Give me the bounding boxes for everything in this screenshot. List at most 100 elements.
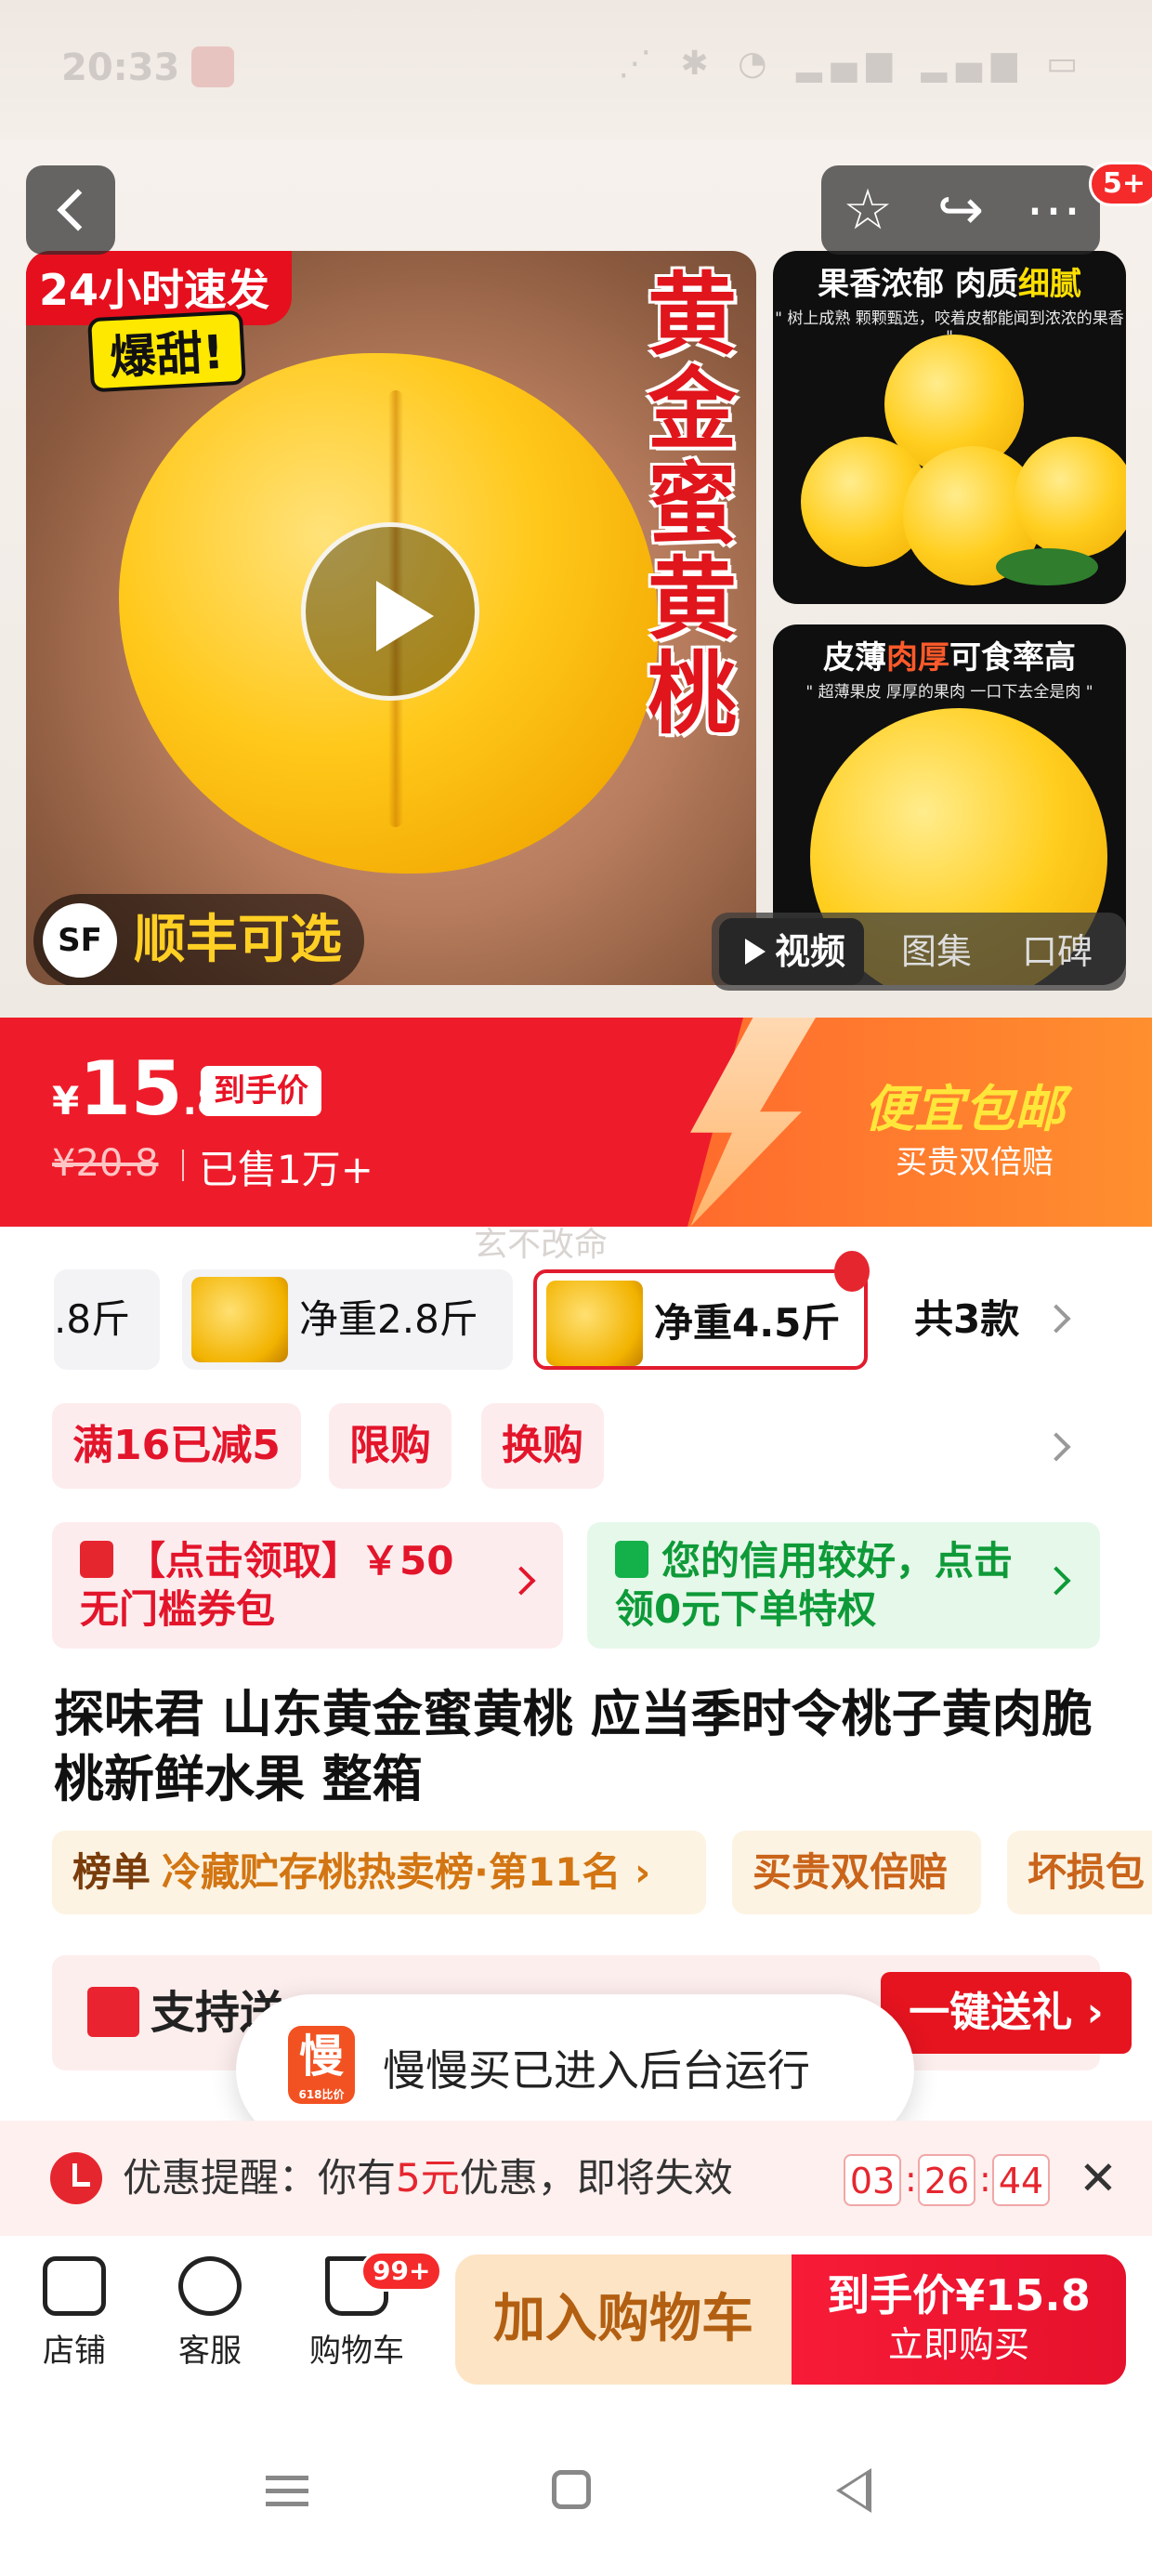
chevron-right-icon xyxy=(1041,1566,1071,1596)
share-icon[interactable]: ↪ xyxy=(914,165,1007,255)
discount-reminder: 优惠提醒：你有5元优惠，即将失效 03 : 26 : 44 ✕ xyxy=(0,2121,1152,2236)
thumb2-subtitle: " 超薄果皮 厚厚的果肉 一口下去全是肉 " xyxy=(805,683,1093,702)
cart-label: 购物车 xyxy=(309,2333,404,2370)
close-icon[interactable]: ✕ xyxy=(1070,2150,1126,2206)
sold-count: 已售1万+ xyxy=(182,1138,373,1195)
gallery-thumb-1[interactable]: 果香浓郁 肉质细腻 " 树上成熟 颗颗甄选，咬着皮都能闻到浓浓的果香 " xyxy=(773,251,1126,604)
shop-button[interactable]: 店铺 xyxy=(19,2256,130,2371)
original-price: ¥20.8 xyxy=(52,1142,159,1185)
buy-price-label: 到手价¥15.8 xyxy=(827,2270,1091,2320)
coupon-tag-exchange[interactable]: 换购 xyxy=(481,1403,604,1489)
sku-option-3-selected[interactable]: 净重4.5斤 xyxy=(533,1269,868,1370)
thumb2-title: 皮薄肉厚可食率高 xyxy=(773,632,1126,677)
recent-apps-button[interactable] xyxy=(238,2403,349,2576)
ranking-tag[interactable]: 榜单 冷藏贮存桃热卖榜·第11名 › xyxy=(52,1831,706,1914)
countdown-hours: 03 xyxy=(844,2154,901,2206)
cart-button[interactable]: 购物车 99+ xyxy=(301,2251,443,2371)
clock-icon xyxy=(50,2152,102,2204)
play-icon[interactable] xyxy=(301,522,479,701)
tab-gallery[interactable]: 图集 xyxy=(901,913,972,991)
sku-option-2[interactable]: 净重2.8斤 xyxy=(182,1269,513,1370)
thumb2-title-highlight: 肉厚 xyxy=(886,639,949,677)
peach-image xyxy=(1015,437,1126,558)
sku-label: 净重2.8斤 xyxy=(299,1296,478,1342)
sku-label: .8斤 xyxy=(54,1296,131,1342)
send-gift-button[interactable]: 一键送礼 › xyxy=(881,1972,1132,2054)
back-button[interactable] xyxy=(26,165,115,255)
thumb2-title-text: 皮薄 xyxy=(823,639,886,677)
manmanmai-logo-icon: 慢 618比价 xyxy=(288,2026,355,2104)
chevron-right-icon xyxy=(506,1566,536,1596)
sku-thumbnail xyxy=(191,1277,288,1362)
gift-icon xyxy=(87,1987,139,2037)
customer-service-button[interactable]: 客服 xyxy=(154,2256,266,2371)
logo-text: 慢 xyxy=(298,2031,344,2083)
tab-reviews[interactable]: 口碑 xyxy=(1022,913,1093,991)
promo-title: 便宜包邮 xyxy=(864,1080,1065,1138)
add-to-cart-button[interactable]: 加入购物车 xyxy=(455,2254,792,2385)
status-bar: 20:33 ⋰ ✱ ◔ ▂▄▆ ▂▄▆ ▭ xyxy=(0,0,1152,139)
cart-count-badge: 99+ xyxy=(360,2251,443,2292)
shop-label: 店铺 xyxy=(43,2333,106,2370)
guarantee-tag[interactable]: 坏损包 xyxy=(1007,1831,1152,1914)
buy-now-button[interactable]: 到手价¥15.8 立即购买 xyxy=(792,2254,1126,2385)
credit-privilege-text: 您的信用较好，点击领0元下单特权 xyxy=(615,1538,1014,1632)
coupon-tag-limit[interactable]: 限购 xyxy=(329,1403,452,1489)
ranking-text: 冷藏贮存桃热卖榜·第11名 › xyxy=(162,1849,651,1895)
status-icons: ⋰ ✱ ◔ ▂▄▆ ▂▄▆ ▭ xyxy=(618,45,1087,83)
favorite-star-icon[interactable]: ☆ xyxy=(821,165,914,255)
status-app-icon xyxy=(191,46,234,87)
reminder-prefix: 优惠提醒：你有 xyxy=(123,2155,397,2201)
coupon-pack-card[interactable]: 【点击领取】￥50 无门槛券包 xyxy=(52,1522,563,1649)
product-title: 探味君 山东黄金蜜黄桃 应当季时令桃子黄肉脆桃新鲜水果 整箱 xyxy=(54,1685,1093,1808)
vertical-title: 黄金蜜黄桃 xyxy=(648,263,737,746)
status-time: 20:33 xyxy=(61,46,180,89)
chevron-right-icon[interactable] xyxy=(1041,1432,1071,1462)
reminder-text: 优惠提醒：你有5元优惠，即将失效 xyxy=(123,2121,733,2236)
buy-now-label: 立即购买 xyxy=(887,2324,1029,2365)
hot-flame-icon xyxy=(834,1251,870,1292)
media-tabs: 视频 图集 口碑 xyxy=(712,913,1126,991)
back-nav-button[interactable] xyxy=(836,2468,871,2513)
service-label: 客服 xyxy=(178,2333,242,2370)
countdown-separator: : xyxy=(979,2159,991,2200)
chevron-right-icon[interactable] xyxy=(1041,1304,1071,1334)
reminder-suffix: 优惠，即将失效 xyxy=(459,2155,733,2201)
sku-option-1[interactable]: .8斤 xyxy=(54,1269,160,1370)
leaf-image xyxy=(996,548,1098,585)
main-product-video[interactable]: 24小时速发 爆甜! 黄金蜜黄桃 SF 顺丰可选 xyxy=(26,251,756,985)
ranking-label: 榜单 xyxy=(72,1849,151,1895)
home-button[interactable] xyxy=(552,2470,591,2509)
coupon-tag-discount[interactable]: 满16已减5 xyxy=(52,1403,301,1489)
credit-privilege-card[interactable]: 您的信用较好，点击领0元下单特权 xyxy=(587,1522,1100,1649)
sweet-badge: 爆甜! xyxy=(87,309,246,393)
product-gallery: 24小时速发 爆甜! 黄金蜜黄桃 SF 顺丰可选 果香浓郁 肉质细腻 " 树上成… xyxy=(0,139,1152,1018)
countdown-minutes: 26 xyxy=(918,2154,975,2206)
logo-subtext: 618比价 xyxy=(298,2088,345,2101)
bottom-action-bar: 店铺 客服 购物车 99+ 加入购物车 到手价¥15.8 立即购买 xyxy=(0,2236,1152,2403)
promo-subtitle: 买贵双倍赔 xyxy=(896,1144,1054,1181)
watermark: 玄不改命 xyxy=(474,1226,609,1264)
coupon-pack-text: 【点击领取】￥50 无门槛券包 xyxy=(80,1538,454,1632)
sf-badge-label: 顺丰可选 xyxy=(134,910,342,970)
final-price-tag: 到手价 xyxy=(201,1066,321,1116)
top-actions: ☆ ↪ ⋯ xyxy=(821,165,1100,255)
thumb1-title-text: 果香浓郁 肉质 xyxy=(818,266,1018,303)
price-currency: ¥ xyxy=(52,1078,80,1124)
price-integer: 15 xyxy=(79,1045,183,1132)
sku-total[interactable]: 共3款 xyxy=(914,1269,1019,1370)
shopping-bag-icon xyxy=(615,1541,648,1578)
system-nav-bar xyxy=(0,2403,1152,2576)
thumb2-title-text-b: 可食率高 xyxy=(949,639,1076,677)
thumb1-title-highlight: 细腻 xyxy=(1017,266,1081,303)
countdown-separator: : xyxy=(905,2159,917,2200)
more-icon[interactable]: ⋯ xyxy=(1007,165,1100,255)
sku-label: 净重4.5斤 xyxy=(654,1300,841,1346)
shop-icon xyxy=(43,2256,106,2316)
sku-thumbnail xyxy=(546,1281,643,1366)
more-badge: 5+ xyxy=(1089,162,1152,206)
tab-video[interactable]: 视频 xyxy=(719,918,865,985)
sf-logo-icon: SF xyxy=(43,903,117,978)
customer-service-icon xyxy=(178,2256,242,2316)
guarantee-tag[interactable]: 买贵双倍赔 xyxy=(732,1831,981,1914)
